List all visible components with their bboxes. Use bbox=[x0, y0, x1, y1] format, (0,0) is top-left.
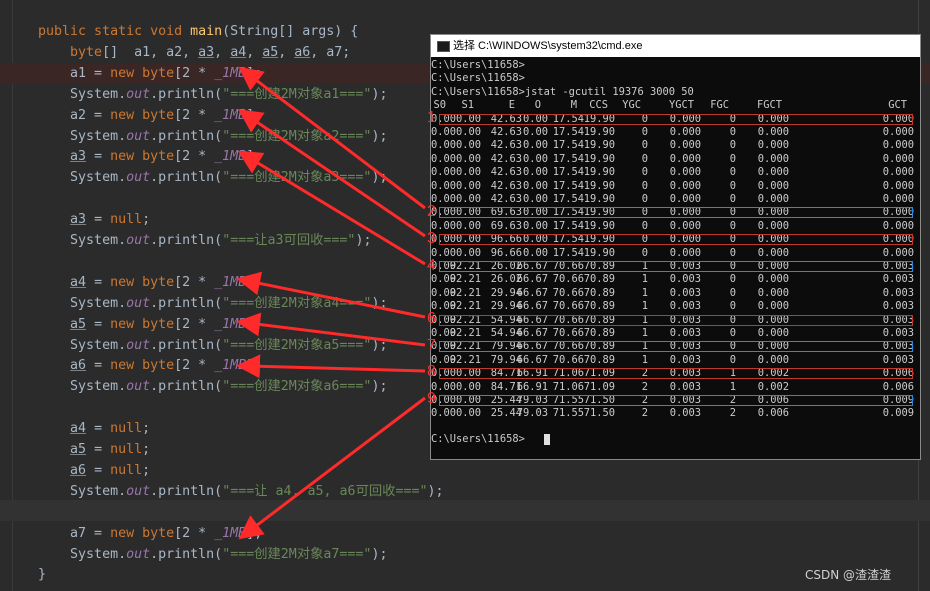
watermark: CSDN @渣渣渣 bbox=[805, 568, 892, 582]
annotation-arrow bbox=[237, 150, 426, 266]
annotation-arrow bbox=[238, 66, 426, 210]
annotation-arrow bbox=[236, 271, 426, 319]
annotation-arrow bbox=[238, 109, 426, 238]
annotation-arrow bbox=[236, 354, 426, 379]
annotation-arrow bbox=[236, 312, 426, 347]
annotation-arrows bbox=[236, 66, 426, 540]
annotation-arrow bbox=[238, 396, 426, 540]
